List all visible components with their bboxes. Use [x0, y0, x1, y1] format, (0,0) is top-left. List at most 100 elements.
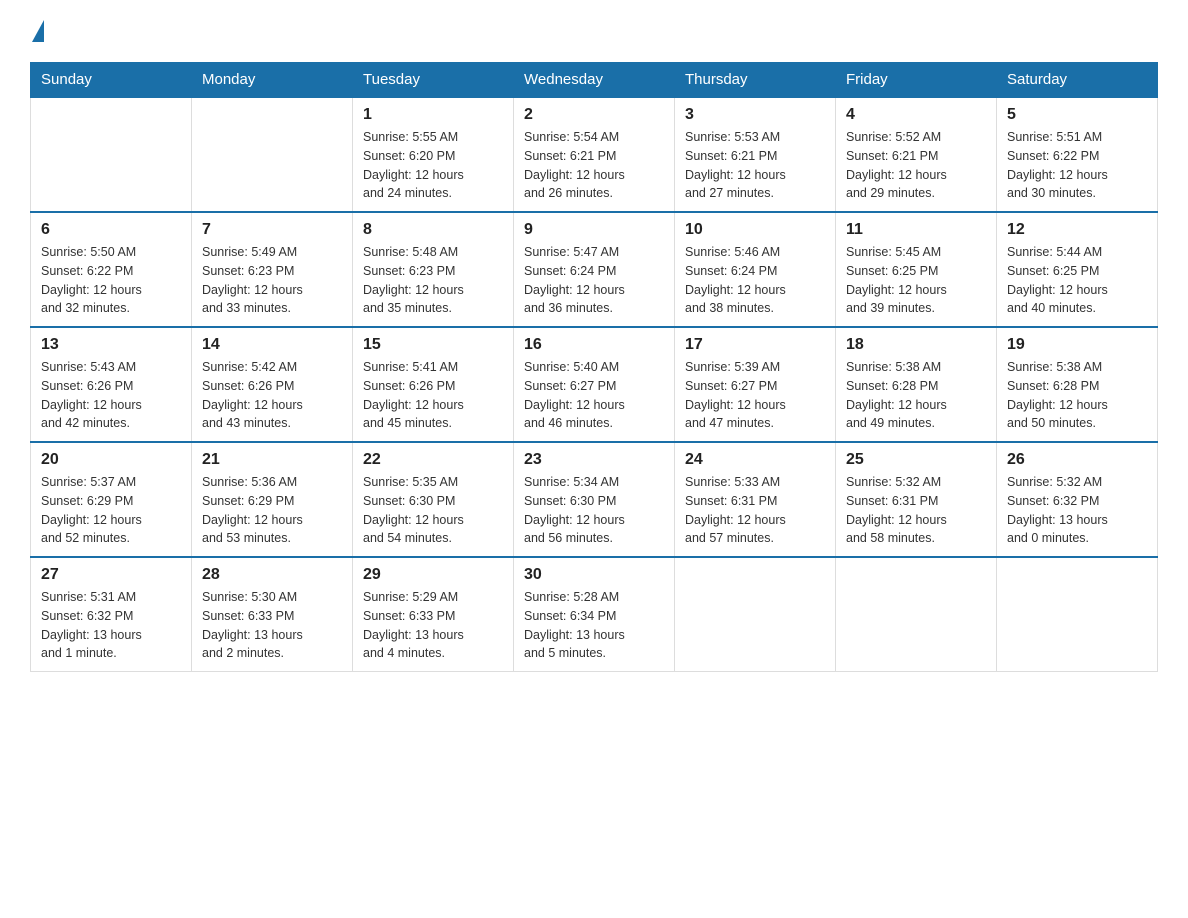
page-header	[30, 20, 1158, 42]
day-number: 4	[846, 106, 986, 124]
day-number: 11	[846, 221, 986, 239]
calendar-cell: 3Sunrise: 5:53 AMSunset: 6:21 PMDaylight…	[675, 97, 836, 212]
calendar-day-header: Monday	[192, 63, 353, 98]
calendar-cell: 28 Sunrise: 5:30 AMSunset: 6:33 PMDayligh…	[192, 557, 353, 672]
calendar-week-row: 1 Sunrise: 5:55 AMSunset: 6:20 PMDaylight…	[31, 97, 1158, 212]
day-number: 16	[524, 336, 664, 354]
calendar-cell: 5 Sunrise: 5:51 AMSunset: 6:22 PMDaylight…	[997, 97, 1158, 212]
calendar-day-header: Friday	[836, 63, 997, 98]
calendar-cell: 6 Sunrise: 5:50 AMSunset: 6:22 PMDaylight…	[31, 212, 192, 327]
calendar-table: SundayMondayTuesdayWednesdayThursdayFrid…	[30, 62, 1158, 672]
day-info: Sunrise: 5:44 AMSunset: 6:25 PMDaylight:…	[1007, 243, 1147, 318]
calendar-cell: 12 Sunrise: 5:44 AMSunset: 6:25 PMDayligh…	[997, 212, 1158, 327]
logo	[30, 20, 44, 42]
day-number: 3	[685, 106, 825, 124]
day-info: Sunrise: 5:36 AMSunset: 6:29 PMDaylight:…	[202, 473, 342, 548]
day-info: Sunrise: 5:48 AMSunset: 6:23 PMDaylight:…	[363, 243, 503, 318]
day-info: Sunrise: 5:28 AMSunset: 6:34 PMDaylight:…	[524, 588, 664, 663]
calendar-day-header: Wednesday	[514, 63, 675, 98]
day-info: Sunrise: 5:43 AMSunset: 6:26 PMDaylight:…	[41, 358, 181, 433]
calendar-day-header: Tuesday	[353, 63, 514, 98]
day-number: 10	[685, 221, 825, 239]
calendar-cell: 16Sunrise: 5:40 AMSunset: 6:27 PMDayligh…	[514, 327, 675, 442]
calendar-cell: 23Sunrise: 5:34 AMSunset: 6:30 PMDayligh…	[514, 442, 675, 557]
day-info: Sunrise: 5:33 AMSunset: 6:31 PMDaylight:…	[685, 473, 825, 548]
day-number: 21	[202, 451, 342, 469]
day-number: 15	[363, 336, 503, 354]
calendar-cell: 7 Sunrise: 5:49 AMSunset: 6:23 PMDaylight…	[192, 212, 353, 327]
calendar-cell: 26 Sunrise: 5:32 AMSunset: 6:32 PMDayligh…	[997, 442, 1158, 557]
calendar-day-header: Thursday	[675, 63, 836, 98]
day-info: Sunrise: 5:34 AMSunset: 6:30 PMDaylight:…	[524, 473, 664, 548]
day-info: Sunrise: 5:42 AMSunset: 6:26 PMDaylight:…	[202, 358, 342, 433]
day-number: 7	[202, 221, 342, 239]
day-number: 17	[685, 336, 825, 354]
day-number: 28	[202, 566, 342, 584]
day-number: 27	[41, 566, 181, 584]
day-info: Sunrise: 5:31 AMSunset: 6:32 PMDaylight:…	[41, 588, 181, 663]
day-info: Sunrise: 5:38 AMSunset: 6:28 PMDaylight:…	[1007, 358, 1147, 433]
day-info: Sunrise: 5:51 AMSunset: 6:22 PMDaylight:…	[1007, 128, 1147, 203]
day-info: Sunrise: 5:45 AMSunset: 6:25 PMDaylight:…	[846, 243, 986, 318]
day-number: 26	[1007, 451, 1147, 469]
calendar-cell	[997, 557, 1158, 672]
calendar-cell: 10 Sunrise: 5:46 AMSunset: 6:24 PMDayligh…	[675, 212, 836, 327]
calendar-cell: 17 Sunrise: 5:39 AMSunset: 6:27 PMDayligh…	[675, 327, 836, 442]
day-number: 18	[846, 336, 986, 354]
day-number: 13	[41, 336, 181, 354]
calendar-cell: 20 Sunrise: 5:37 AMSunset: 6:29 PMDayligh…	[31, 442, 192, 557]
calendar-header-row: SundayMondayTuesdayWednesdayThursdayFrid…	[31, 63, 1158, 98]
day-number: 19	[1007, 336, 1147, 354]
calendar-cell: 8 Sunrise: 5:48 AMSunset: 6:23 PMDaylight…	[353, 212, 514, 327]
calendar-cell: 11 Sunrise: 5:45 AMSunset: 6:25 PMDayligh…	[836, 212, 997, 327]
day-info: Sunrise: 5:30 AMSunset: 6:33 PMDaylight:…	[202, 588, 342, 663]
day-info: Sunrise: 5:37 AMSunset: 6:29 PMDaylight:…	[41, 473, 181, 548]
calendar-cell: 24Sunrise: 5:33 AMSunset: 6:31 PMDayligh…	[675, 442, 836, 557]
calendar-week-row: 6 Sunrise: 5:50 AMSunset: 6:22 PMDaylight…	[31, 212, 1158, 327]
day-info: Sunrise: 5:35 AMSunset: 6:30 PMDaylight:…	[363, 473, 503, 548]
day-number: 14	[202, 336, 342, 354]
calendar-week-row: 20 Sunrise: 5:37 AMSunset: 6:29 PMDayligh…	[31, 442, 1158, 557]
day-number: 22	[363, 451, 503, 469]
day-info: Sunrise: 5:41 AMSunset: 6:26 PMDaylight:…	[363, 358, 503, 433]
day-number: 9	[524, 221, 664, 239]
day-number: 1	[363, 106, 503, 124]
day-info: Sunrise: 5:29 AMSunset: 6:33 PMDaylight:…	[363, 588, 503, 663]
calendar-cell: 2 Sunrise: 5:54 AMSunset: 6:21 PMDaylight…	[514, 97, 675, 212]
day-number: 12	[1007, 221, 1147, 239]
calendar-cell: 19 Sunrise: 5:38 AMSunset: 6:28 PMDayligh…	[997, 327, 1158, 442]
calendar-cell	[192, 97, 353, 212]
day-number: 2	[524, 106, 664, 124]
day-number: 30	[524, 566, 664, 584]
logo-triangle-icon	[32, 20, 44, 42]
calendar-cell: 9 Sunrise: 5:47 AMSunset: 6:24 PMDaylight…	[514, 212, 675, 327]
calendar-cell: 30 Sunrise: 5:28 AMSunset: 6:34 PMDayligh…	[514, 557, 675, 672]
day-info: Sunrise: 5:32 AMSunset: 6:32 PMDaylight:…	[1007, 473, 1147, 548]
day-number: 8	[363, 221, 503, 239]
calendar-cell: 27 Sunrise: 5:31 AMSunset: 6:32 PMDayligh…	[31, 557, 192, 672]
day-info: Sunrise: 5:38 AMSunset: 6:28 PMDaylight:…	[846, 358, 986, 433]
day-number: 6	[41, 221, 181, 239]
day-info: Sunrise: 5:32 AMSunset: 6:31 PMDaylight:…	[846, 473, 986, 548]
day-info: Sunrise: 5:54 AMSunset: 6:21 PMDaylight:…	[524, 128, 664, 203]
calendar-day-header: Sunday	[31, 63, 192, 98]
calendar-cell: 25Sunrise: 5:32 AMSunset: 6:31 PMDayligh…	[836, 442, 997, 557]
day-number: 20	[41, 451, 181, 469]
day-info: Sunrise: 5:50 AMSunset: 6:22 PMDaylight:…	[41, 243, 181, 318]
calendar-cell: 13 Sunrise: 5:43 AMSunset: 6:26 PMDayligh…	[31, 327, 192, 442]
day-number: 29	[363, 566, 503, 584]
day-info: Sunrise: 5:39 AMSunset: 6:27 PMDaylight:…	[685, 358, 825, 433]
calendar-cell	[675, 557, 836, 672]
day-info: Sunrise: 5:55 AMSunset: 6:20 PMDaylight:…	[363, 128, 503, 203]
calendar-cell: 22 Sunrise: 5:35 AMSunset: 6:30 PMDayligh…	[353, 442, 514, 557]
calendar-cell: 1 Sunrise: 5:55 AMSunset: 6:20 PMDaylight…	[353, 97, 514, 212]
calendar-cell: 29 Sunrise: 5:29 AMSunset: 6:33 PMDayligh…	[353, 557, 514, 672]
calendar-cell	[31, 97, 192, 212]
calendar-week-row: 13 Sunrise: 5:43 AMSunset: 6:26 PMDayligh…	[31, 327, 1158, 442]
calendar-cell: 21 Sunrise: 5:36 AMSunset: 6:29 PMDayligh…	[192, 442, 353, 557]
day-info: Sunrise: 5:47 AMSunset: 6:24 PMDaylight:…	[524, 243, 664, 318]
day-info: Sunrise: 5:49 AMSunset: 6:23 PMDaylight:…	[202, 243, 342, 318]
day-number: 5	[1007, 106, 1147, 124]
day-info: Sunrise: 5:46 AMSunset: 6:24 PMDaylight:…	[685, 243, 825, 318]
calendar-cell: 14 Sunrise: 5:42 AMSunset: 6:26 PMDayligh…	[192, 327, 353, 442]
